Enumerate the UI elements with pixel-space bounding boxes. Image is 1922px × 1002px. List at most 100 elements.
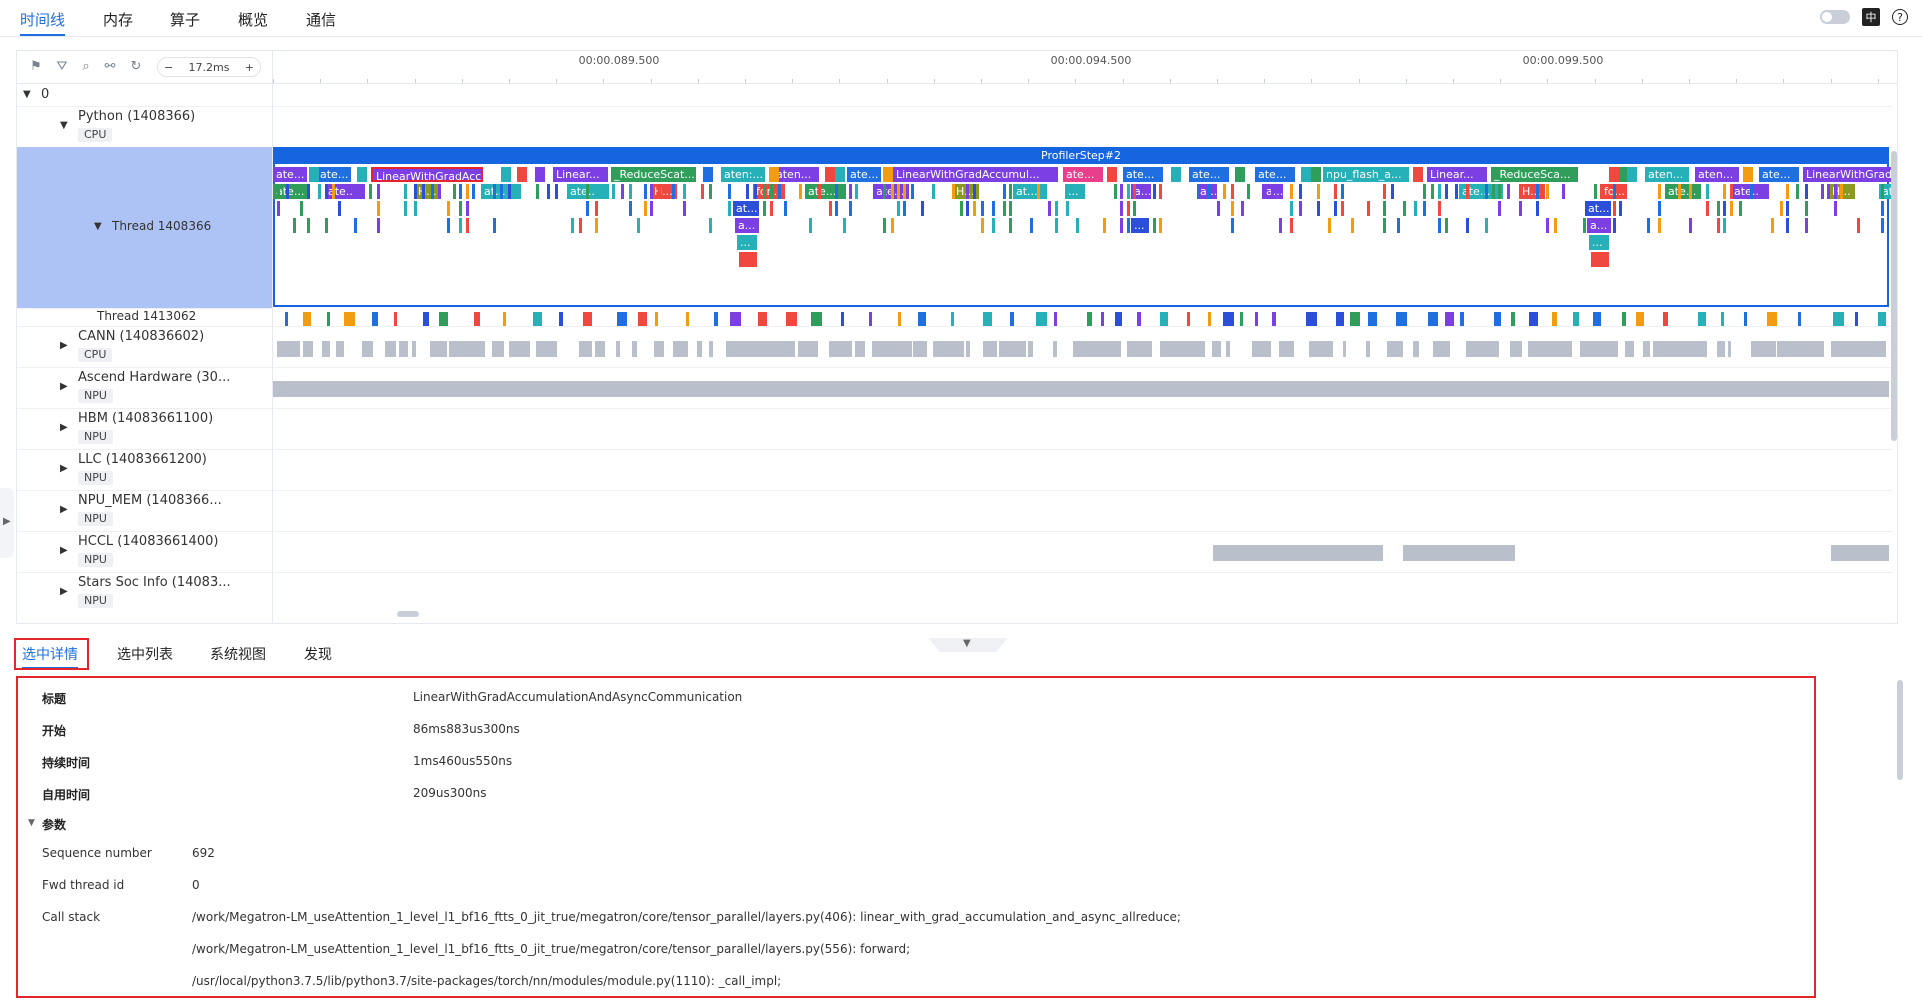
zoom-out-button[interactable]: − [164,61,173,74]
expand-caret-icon[interactable]: ▶ [60,381,68,392]
cann-slice[interactable] [579,341,592,357]
cann-slice[interactable] [632,341,637,357]
cann-slice[interactable] [277,341,300,357]
trace-slice-marker[interactable] [357,167,367,182]
trace-slice-thin[interactable] [1247,184,1250,199]
cann-slice[interactable] [1103,341,1121,357]
trace-slice-thin[interactable] [307,218,310,233]
trace-slice-thin[interactable] [1658,201,1661,216]
trace-slice[interactable]: npu_flash_a... [1323,167,1409,182]
cann-slice[interactable] [855,341,865,357]
cann-slice[interactable] [1028,341,1033,357]
cann-slice[interactable] [1466,341,1488,357]
cann-slice[interactable] [1366,341,1370,357]
trace-slice-thin[interactable] [414,201,417,216]
cann-slice[interactable] [654,341,664,357]
trace-slice-thin[interactable] [1706,184,1709,199]
thread2-slice[interactable] [1272,312,1276,326]
trace-slice-thin[interactable] [1438,218,1441,233]
trace-slice-thin[interactable] [612,184,615,199]
cann-slice[interactable] [1444,341,1449,357]
trace-slice-thin[interactable] [1805,218,1808,233]
trace-slice-thin[interactable] [621,184,624,199]
trace-slice-thin[interactable] [508,184,511,199]
trace-slice[interactable]: ate... [1665,184,1699,199]
trace-slice-thin[interactable] [1231,184,1234,199]
trace-slice-thin[interactable] [547,184,550,199]
trace-slice-thin[interactable] [1120,184,1123,199]
trace-slice-thin[interactable] [778,184,781,199]
trace-slice-marker[interactable] [769,167,779,182]
trace-slice-thin[interactable] [1786,201,1789,216]
trace-slice-thin[interactable] [1290,218,1293,233]
trace-slice-thin[interactable] [332,184,335,199]
trace-slice-thin[interactable] [586,184,589,199]
thread2-slice[interactable] [714,312,718,326]
trace-slice-thin[interactable] [586,201,589,216]
trace-slice-thin[interactable] [354,218,357,233]
trace-slice-thin[interactable] [1383,218,1386,233]
trace-slice-thin[interactable] [466,184,469,199]
reset-icon[interactable]: ↻ [129,60,143,74]
trace-slice-thin[interactable] [835,201,838,216]
trace-slice-thin[interactable] [459,184,462,199]
trace-slice-thin[interactable] [1583,218,1586,233]
trace-slice-thin[interactable] [447,218,450,233]
tab-system-view[interactable]: 系统视图 [210,644,266,664]
trace-slice-thin[interactable] [453,184,456,199]
thread2-slice[interactable] [1223,312,1234,326]
trace-slice-thin[interactable] [843,184,846,199]
trace-slice-thin[interactable] [472,184,475,199]
thread2-slice[interactable] [303,312,311,326]
trace-slice-thin[interactable] [644,201,647,216]
trace-slice-thin[interactable] [1076,218,1079,233]
trace-slice-thin[interactable] [921,201,924,216]
thread2-slice[interactable] [1744,312,1747,326]
trace-slice-thin[interactable] [843,218,846,233]
trace-slice-thin[interactable] [1197,184,1200,199]
trace-slice-thin[interactable] [960,201,963,216]
trace-slice-thin[interactable] [431,184,434,199]
trace-slice-thin[interactable] [1127,184,1130,199]
thread2-slice[interactable] [474,312,480,326]
lane-hbm[interactable]: ▶ HBM (14083661100) NPU [17,408,272,450]
cann-slice[interactable] [810,341,818,357]
trace-slice[interactable]: aten... [773,167,819,182]
trace-slice-thin[interactable] [1698,184,1701,199]
expand-caret-icon[interactable]: ▼ [60,120,68,131]
trace-slice-thin[interactable] [1153,218,1156,233]
cann-slice[interactable] [552,341,557,357]
thread2-slice[interactable] [559,312,563,326]
trace-slice[interactable]: ... [737,235,757,250]
thread2-slice[interactable] [1552,312,1557,326]
trace-slice-thin[interactable] [1231,201,1234,216]
trace-slice-thin[interactable] [981,218,984,233]
trace-slice-thin[interactable] [1423,201,1426,216]
language-icon[interactable]: 中 [1862,8,1880,26]
trace-slice-thin[interactable] [1455,184,1458,199]
trace-slice-thin[interactable] [1423,184,1426,199]
trace-slice-thin[interactable] [338,201,341,216]
trace-slice[interactable]: LinearWithGradAccu... [371,167,483,182]
trace-slice-thin[interactable] [1403,201,1406,216]
trace-slice-thin[interactable] [911,184,914,199]
trace-slice-thin[interactable] [1730,201,1733,216]
cann-slice[interactable] [303,341,313,357]
thread2-slice[interactable] [730,312,741,326]
trace-slice-thin[interactable] [1771,218,1774,233]
thread2-slice[interactable] [1573,312,1579,326]
trace-slice-thin[interactable] [1341,184,1344,199]
trace-slice-thin[interactable] [493,184,496,199]
lane-thread-main[interactable]: ▼ Thread 1408366 [17,147,272,309]
trace-slice-thin[interactable] [1438,184,1441,199]
trace-slice[interactable]: ate... [273,167,307,182]
trace-slice-thin[interactable] [883,218,886,233]
trace-slice-thin[interactable] [1562,184,1565,199]
cann-slice[interactable] [966,341,970,357]
trace-slice-marker[interactable] [309,167,319,182]
trace-slice-thin[interactable] [1834,201,1837,216]
cann-slice[interactable] [492,341,504,357]
thread2-slice[interactable] [1240,312,1243,326]
thread2-slice[interactable] [1087,312,1092,326]
trace-slice-thin[interactable] [658,184,661,199]
